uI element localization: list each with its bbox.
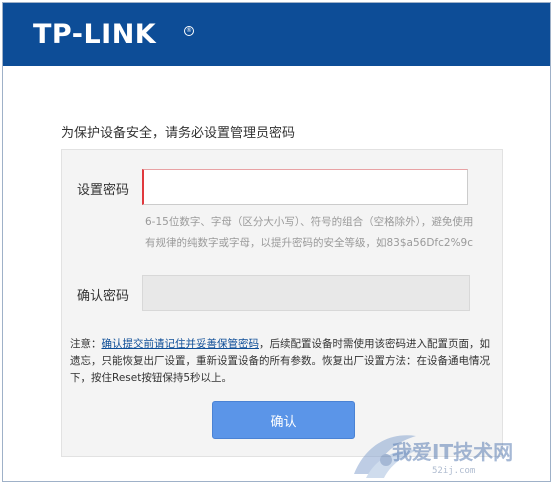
setup-window: TP-LINK ® 为保护设备安全，请务必设置管理员密码 设置密码 6-15位数… — [2, 2, 551, 482]
tp-link-logo: TP-LINK — [33, 19, 157, 50]
notice-link[interactable]: 确认提交前请记住并妥善保管密码 — [102, 338, 260, 350]
watermark-subtext: 52ij.com — [432, 466, 476, 476]
notice-prefix: 注意： — [70, 338, 102, 350]
password-hint: 6-15位数字、字母（区分大小写）、符号的组合（空格除外），避免使用有规律的纯数… — [145, 216, 474, 249]
registered-mark-icon: ® — [184, 26, 194, 36]
header-bar: TP-LINK ® — [3, 3, 550, 66]
password-input[interactable] — [142, 169, 468, 205]
confirm-password-label: 确认密码 — [77, 289, 130, 304]
confirm-button[interactable]: 确认 — [212, 401, 355, 439]
intro-text: 为保护设备安全，请务必设置管理员密码 — [61, 126, 296, 141]
watermark-text: 我爱IT技术网 — [392, 440, 514, 464]
password-panel: 设置密码 6-15位数字、字母（区分大小写）、符号的组合（空格除外），避免使用有… — [61, 149, 503, 457]
confirm-password-input[interactable] — [142, 275, 470, 311]
password-label: 设置密码 — [77, 183, 130, 198]
notice-text: 注意：确认提交前请记住并妥善保管密码，后续配置设备时需使用该密码进入配置页面，如… — [70, 336, 494, 387]
